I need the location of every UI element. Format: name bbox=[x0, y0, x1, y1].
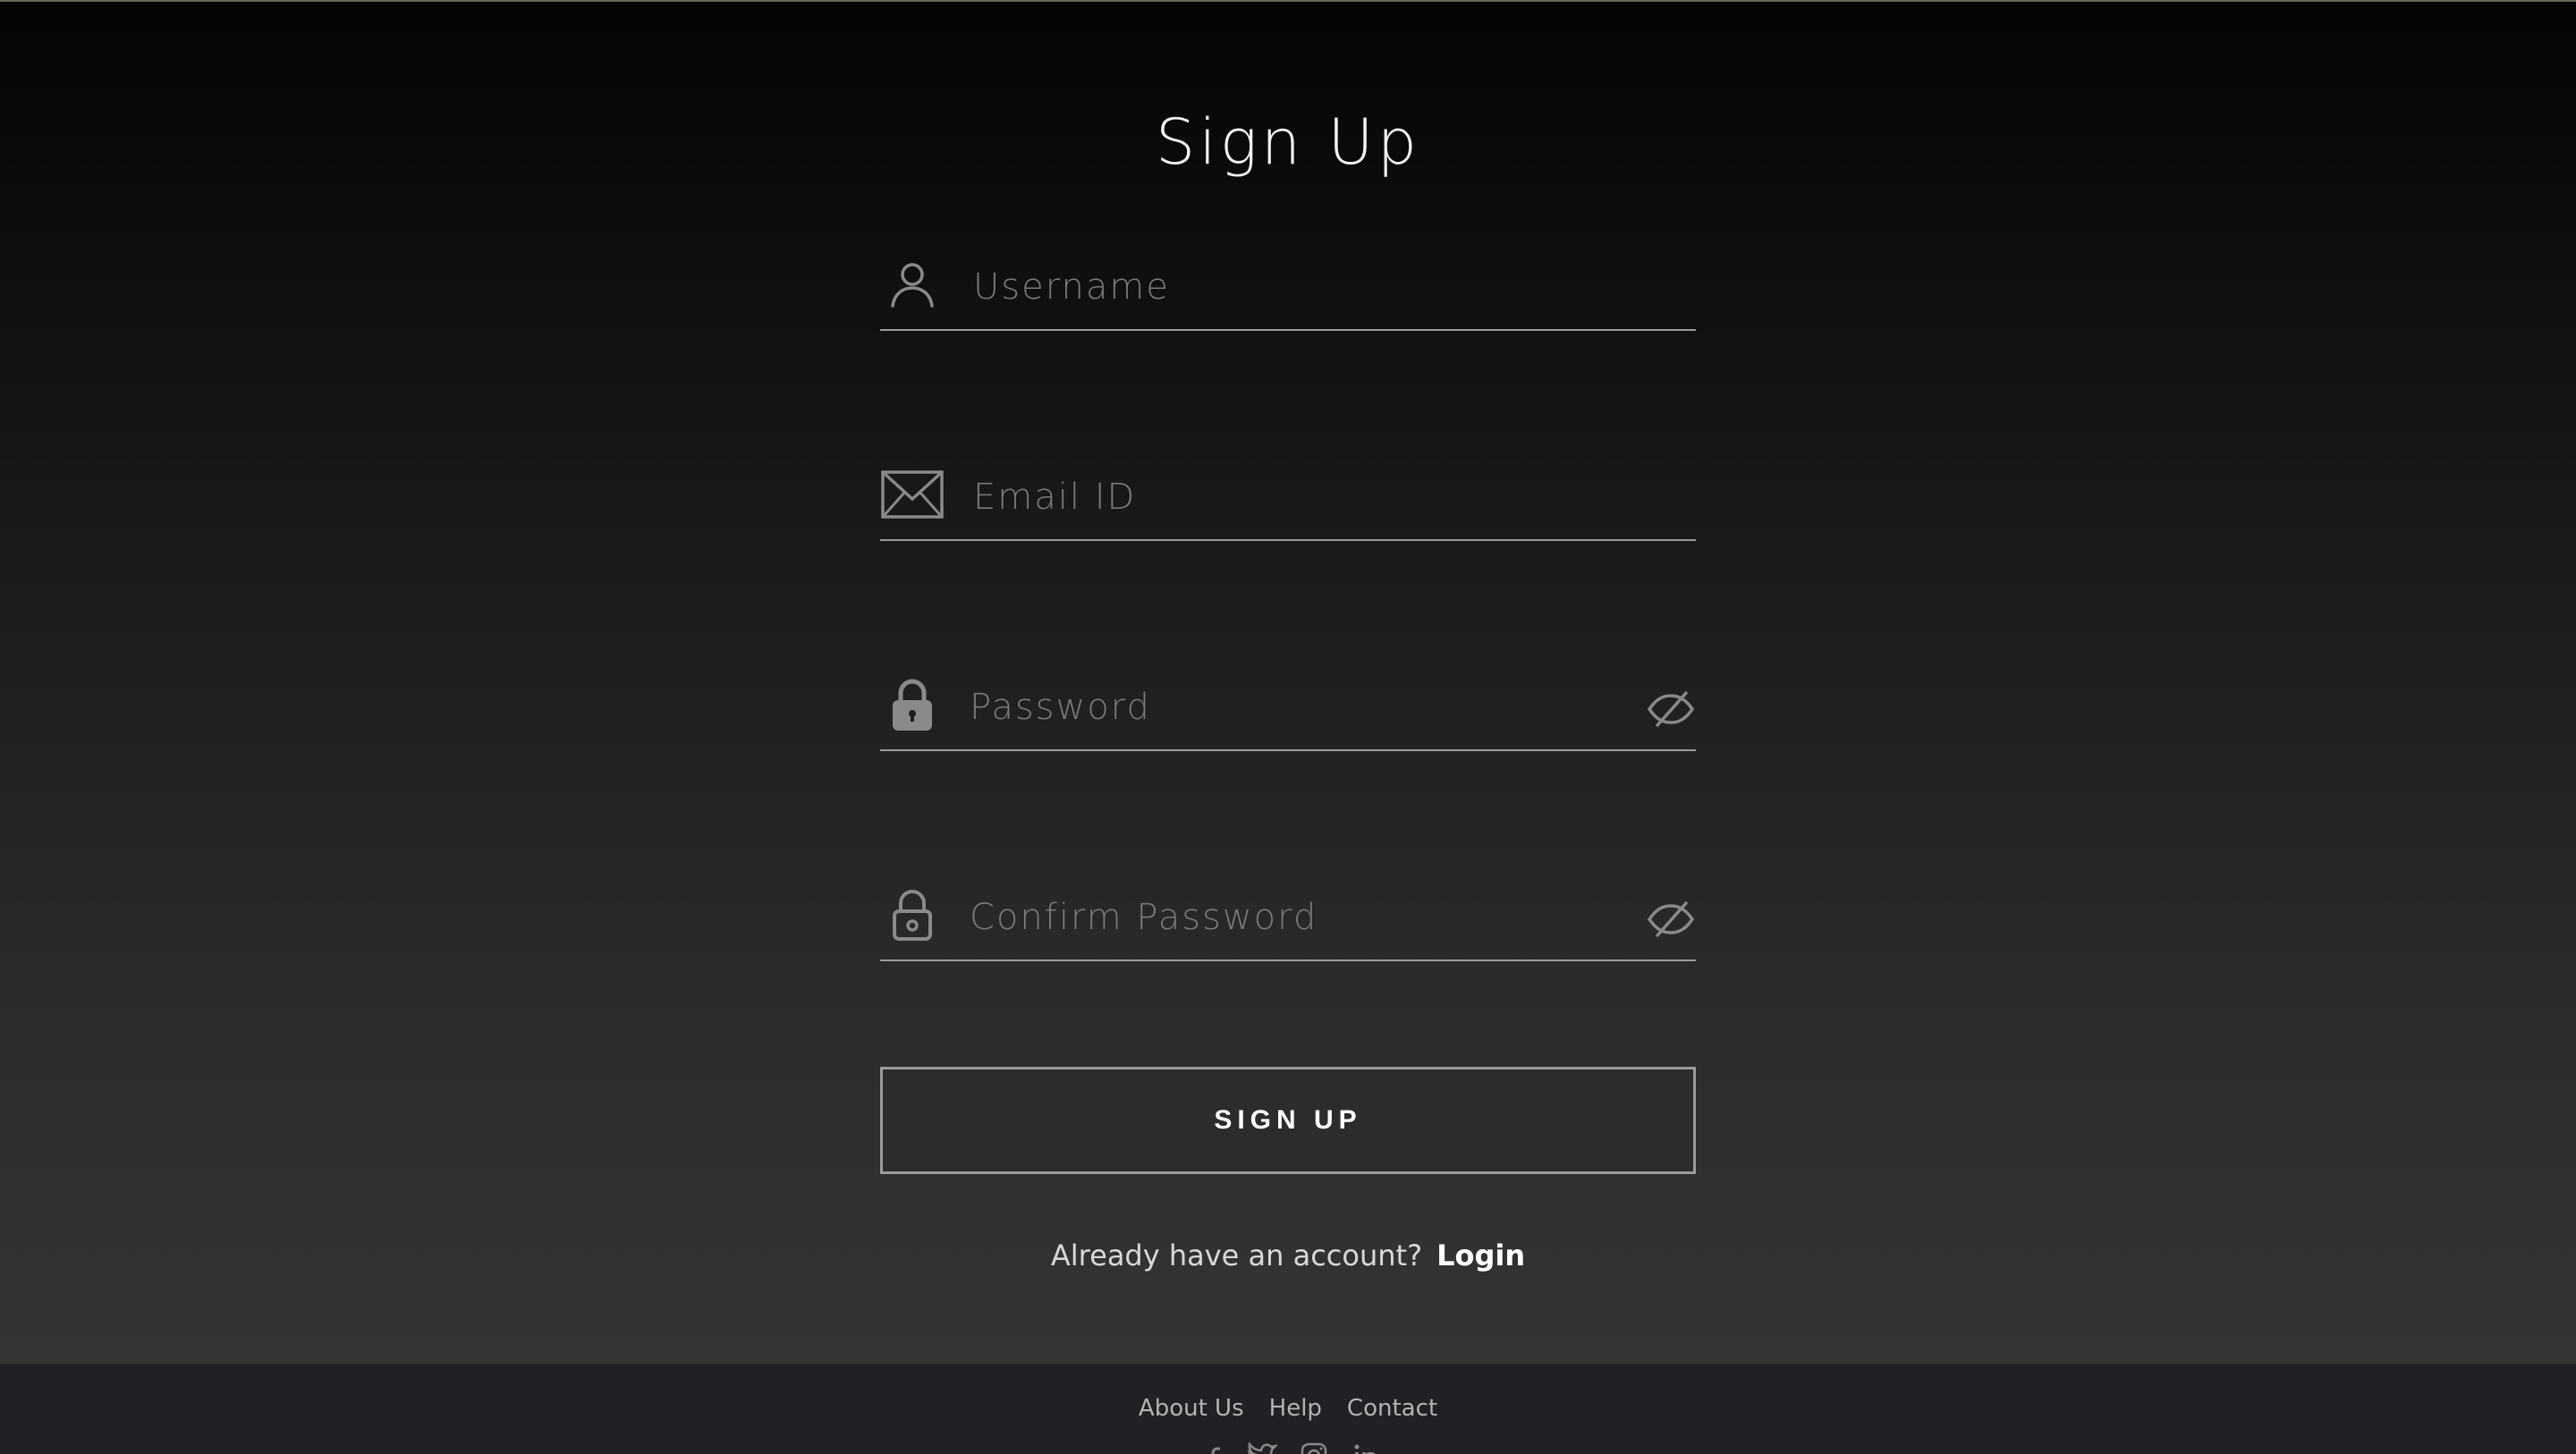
linkedin-icon[interactable] bbox=[1350, 1442, 1382, 1454]
lock-icon bbox=[880, 678, 945, 731]
username-field bbox=[880, 249, 1696, 331]
page-title: Sign Up bbox=[1155, 106, 1421, 179]
login-prompt-text: Already have an account? bbox=[1050, 1238, 1423, 1272]
footer-links: About Us Help Contact bbox=[0, 1391, 2576, 1426]
footer-link-contact[interactable]: Contact bbox=[1347, 1395, 1437, 1422]
facebook-icon[interactable] bbox=[1194, 1442, 1226, 1454]
password-input[interactable] bbox=[970, 669, 1596, 746]
footer-link-about[interactable]: About Us bbox=[1139, 1395, 1244, 1422]
twitter-icon[interactable] bbox=[1246, 1442, 1278, 1454]
email-input[interactable] bbox=[973, 459, 1599, 536]
login-link[interactable]: Login bbox=[1436, 1238, 1525, 1272]
username-input[interactable] bbox=[973, 249, 1599, 325]
eye-slash-icon[interactable] bbox=[1646, 687, 1696, 731]
confirm-password-input[interactable] bbox=[970, 879, 1596, 956]
confirm-password-field bbox=[880, 879, 1696, 961]
eye-slash-icon[interactable] bbox=[1646, 897, 1696, 942]
social-links bbox=[0, 1442, 2576, 1454]
login-prompt: Already have an account? Login bbox=[0, 1234, 2576, 1277]
instagram-icon[interactable] bbox=[1298, 1442, 1330, 1454]
email-field bbox=[880, 459, 1696, 541]
footer: About Us Help Contact bbox=[0, 1364, 2576, 1454]
password-field bbox=[880, 669, 1696, 751]
lock-outline-icon bbox=[880, 888, 945, 942]
user-icon bbox=[880, 258, 945, 311]
signup-panel: Sign Up Username Email ID SIGN UP Alread… bbox=[0, 2, 2576, 1364]
envelope-icon bbox=[880, 468, 945, 521]
signup-button[interactable]: SIGN UP bbox=[880, 1067, 1696, 1174]
footer-link-help[interactable]: Help bbox=[1269, 1395, 1322, 1422]
